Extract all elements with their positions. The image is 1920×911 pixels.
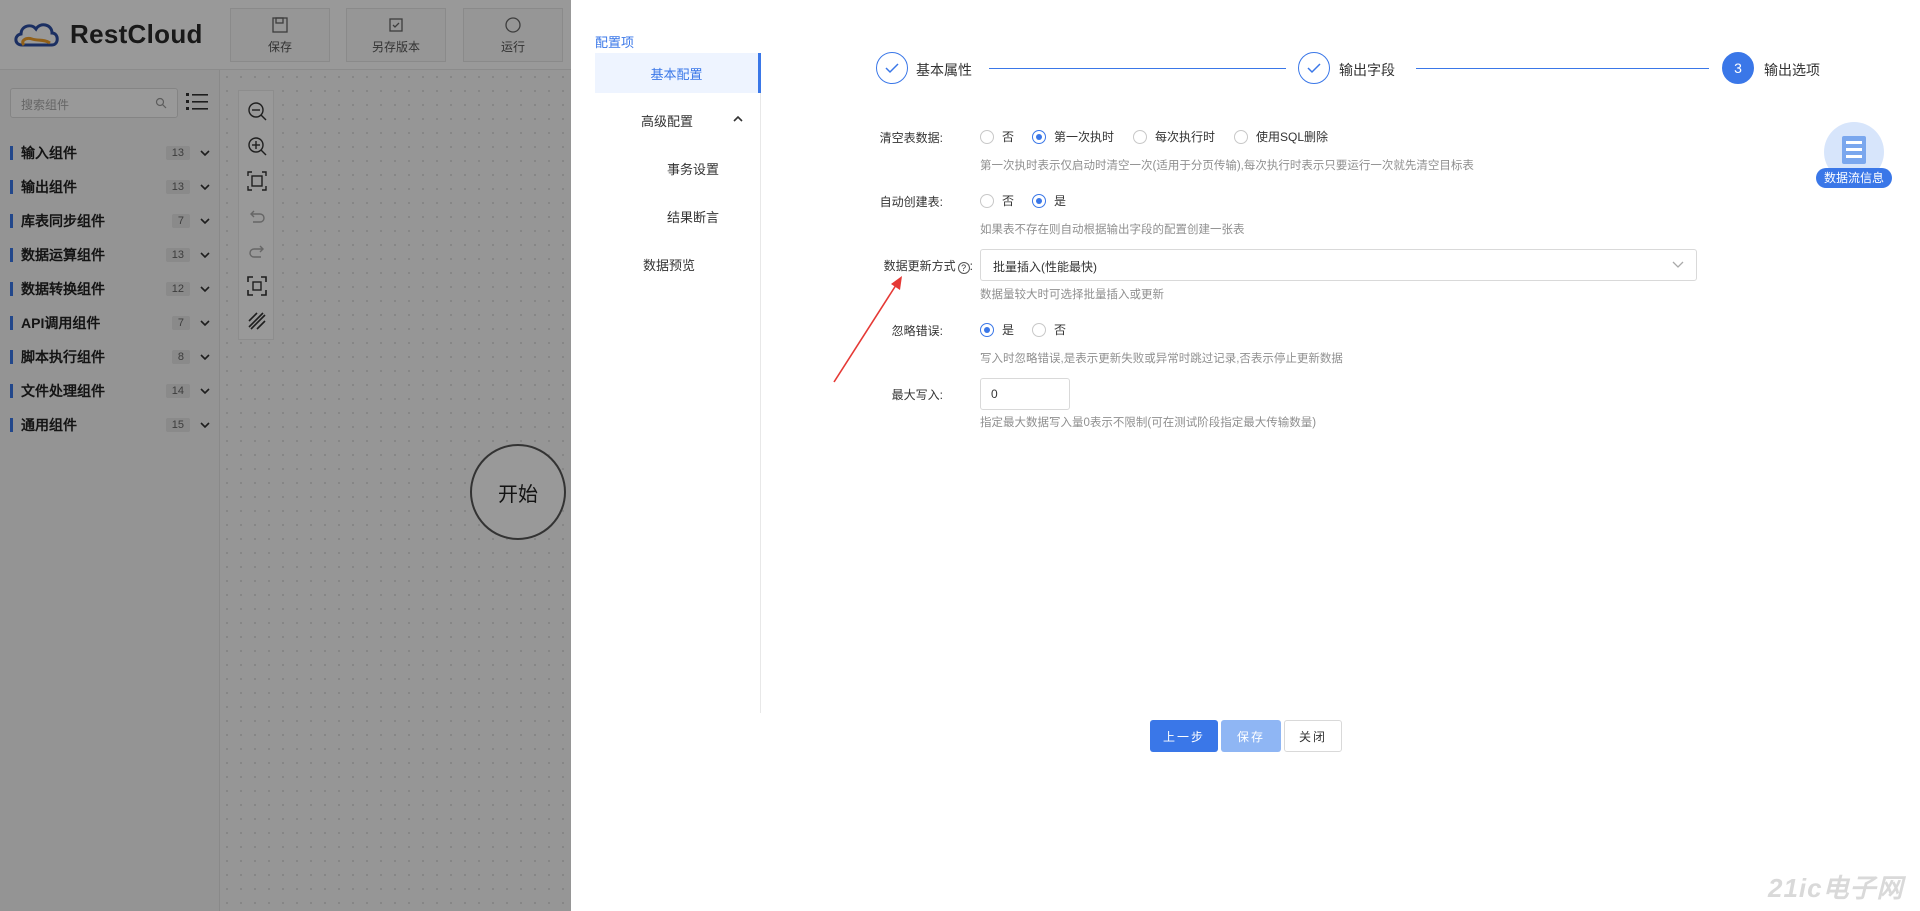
check-icon — [1307, 63, 1321, 74]
ignore-radio-no[interactable]: 否 — [1032, 321, 1066, 338]
help-icon[interactable]: ? — [957, 262, 970, 274]
radio-label: 每次执行时 — [1155, 130, 1216, 144]
menu-data-preview[interactable]: 数据预览 — [595, 244, 761, 284]
radio-label: 否 — [1054, 323, 1067, 337]
step-progress: 基本属性 输出字段 3 输出选项 — [876, 52, 1876, 86]
step-2-label: 输出字段 — [1339, 62, 1395, 78]
radio-label: 是 — [1054, 194, 1067, 208]
config-menu: 基本配置 高级配置 事务设置 结果断言 数据预览 — [595, 53, 761, 713]
menu-label: 结果断言 — [667, 209, 720, 225]
update-mode-value: 批量插入(性能最快) — [993, 260, 1097, 274]
step-3-number: 3 — [1734, 60, 1742, 76]
menu-label: 事务设置 — [667, 161, 720, 177]
clear-radio-first[interactable]: 第一次执时 — [1032, 128, 1114, 145]
radio-label: 否 — [1002, 194, 1015, 208]
chevron-up-icon — [733, 115, 743, 122]
clear-radio-sql[interactable]: 使用SQL删除 — [1234, 128, 1328, 145]
step-3-label: 输出选项 — [1764, 62, 1820, 78]
max-write-input[interactable]: 0 — [980, 378, 1070, 410]
clear-table-hint: 第一次执时表示仅启动时清空一次(适用于分页传输),每次执行时表示只要运行一次就先… — [980, 160, 1474, 172]
menu-label: 高级配置 — [641, 113, 694, 129]
check-icon — [885, 63, 899, 74]
menu-advanced-config[interactable]: 高级配置 — [595, 100, 761, 140]
drawer-title: 配置项 — [595, 35, 635, 50]
menu-basic-config[interactable]: 基本配置 — [595, 53, 761, 93]
clear-table-label: 清空表数据: — [879, 131, 943, 145]
menu-label: 数据预览 — [643, 257, 696, 273]
ignore-errors-hint: 写入时忽略错误,是表示更新失败或异常时跳过记录,否表示停止更新数据 — [980, 353, 1343, 365]
update-mode-select[interactable]: 批量插入(性能最快) — [980, 249, 1697, 281]
menu-result-assertion[interactable]: 结果断言 — [595, 196, 761, 236]
clear-radio-no[interactable]: 否 — [980, 128, 1014, 145]
close-button[interactable]: 关闭 — [1284, 720, 1342, 752]
red-annotation-arrow-icon — [833, 276, 902, 383]
update-mode-hint: 数据量较大时可选择批量插入或更新 — [980, 289, 1164, 301]
watermark-text: 21ic电子网 — [1768, 873, 1904, 903]
autocreate-radio-no[interactable]: 否 — [980, 192, 1014, 209]
clear-radio-each[interactable]: 每次执行时 — [1133, 128, 1215, 145]
step-3-current: 3 — [1722, 52, 1754, 84]
data-flow-info-label: 数据流信息 — [1816, 168, 1892, 188]
step-1-done — [876, 52, 908, 84]
save-button[interactable]: 保存 — [1221, 720, 1281, 752]
max-write-value: 0 — [991, 387, 998, 401]
step-connector — [989, 68, 1286, 69]
autocreate-radio-yes[interactable]: 是 — [1032, 192, 1066, 209]
menu-label: 基本配置 — [650, 66, 703, 82]
chevron-down-icon — [1672, 261, 1684, 268]
step-2-done — [1298, 52, 1330, 84]
data-flow-info-badge[interactable]: 数据流信息 — [1816, 122, 1892, 192]
auto-create-hint: 如果表不存在则自动根据输出字段的配置创建一张表 — [980, 224, 1245, 236]
radio-label: 否 — [1002, 130, 1015, 144]
radio-label: 使用SQL删除 — [1256, 130, 1329, 144]
max-write-hint: 指定最大数据写入量0表示不限制(可在测试阶段指定最大传输数量) — [980, 417, 1317, 429]
radio-label: 是 — [1002, 323, 1015, 337]
radio-label: 第一次执时 — [1054, 130, 1115, 144]
auto-create-label: 自动创建表: — [879, 195, 943, 209]
ignore-radio-yes[interactable]: 是 — [980, 321, 1014, 338]
config-drawer: 配置项 基本配置 高级配置 事务设置 结果断言 数据预览 基本属性 输出字段 3… — [571, 0, 1920, 911]
menu-transaction-settings[interactable]: 事务设置 — [595, 148, 761, 188]
prev-step-button[interactable]: 上一步 — [1150, 720, 1218, 752]
step-1-label: 基本属性 — [916, 62, 972, 78]
step-connector — [1416, 68, 1709, 69]
